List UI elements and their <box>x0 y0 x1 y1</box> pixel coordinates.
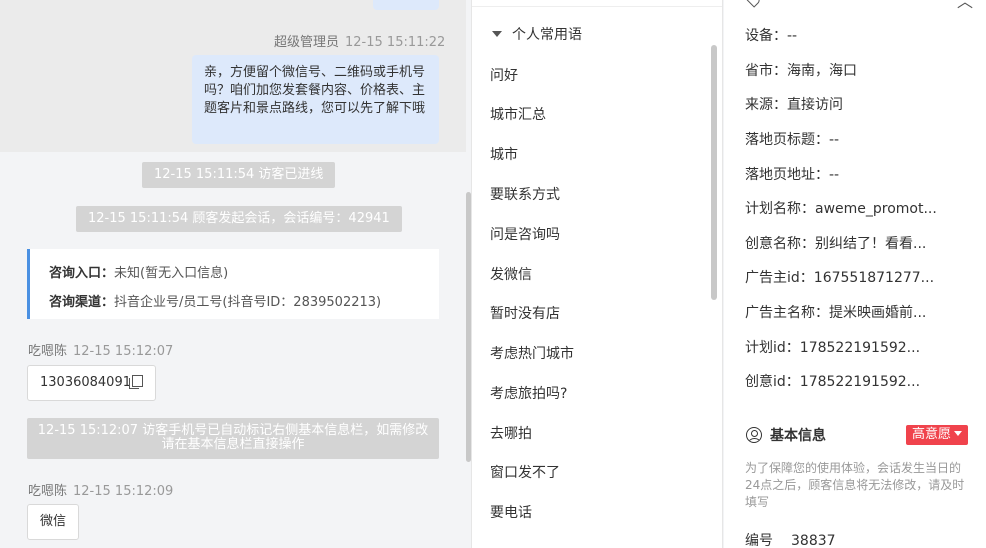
phrase-item[interactable]: 暂时没有店 <box>490 303 560 323</box>
chat-panel: 超级管理员 12-15 15:11:22 亲，方便留个微信号、二维码或手机号吗？咱… <box>0 0 466 548</box>
collapse-icon[interactable]: ︿ <box>957 0 973 12</box>
system-notice-phone-marked: 12-15 15:12:07 访客手机号已自动标记右侧基本信息栏，如需修改请在基… <box>27 418 439 459</box>
user-circle-icon <box>746 427 762 443</box>
info-field-plan-name: 计划名称：aweme_promot... <box>745 201 937 217</box>
message-time: 12-15 15:12:09 <box>73 484 174 499</box>
phone-text: 13036084091 <box>40 375 131 390</box>
visitor-message-phone[interactable]: 13036084091 <box>27 365 156 401</box>
copy-icon[interactable] <box>128 375 143 389</box>
message-time: 12-15 15:11:22 <box>345 35 446 50</box>
phrase-item[interactable]: 去哪拍 <box>490 423 532 443</box>
channel-label: 咨询渠道： <box>49 295 115 310</box>
phrase-item[interactable]: 发微信 <box>490 264 532 284</box>
info-field-landing-url: 落地页地址：-- <box>745 167 840 183</box>
agent-message-bubble: 亲，方便留个微信号、二维码或手机号吗？咱们加您发套餐内容、价格表、主题客片和景点… <box>192 55 439 144</box>
divider <box>472 6 722 7</box>
info-field-region: 省市：海南，海口 <box>745 63 857 79</box>
phrase-item[interactable]: 问是咨询吗 <box>490 224 560 244</box>
phrase-item[interactable]: 考虑热门城市 <box>490 343 574 363</box>
phrase-item[interactable]: 问好 <box>490 65 518 85</box>
message-meta: 超级管理员 12-15 15:11:22 <box>274 31 445 50</box>
phrase-group-title: 个人常用语 <box>512 27 582 43</box>
message-sender: 吃嗯陈 <box>28 344 68 359</box>
edit-notice: 为了保障您的使用体验，会话发生当日的24点之后，顾客信息将无法修改，请及时填写 <box>745 461 965 509</box>
message-meta: 吃嗯陈 12-15 15:12:09 <box>28 480 173 499</box>
phrase-group-header[interactable]: 个人常用语 <box>492 24 582 44</box>
info-field-serial: 编号 38837 <box>745 533 836 548</box>
caret-down-icon <box>492 31 502 37</box>
phrase-item[interactable]: 要电话 <box>490 502 532 522</box>
visitor-info-panel: ︿ 设备：-- 省市：海南，海口 来源：直接访问 落地页标题：-- 落地页地址：… <box>724 0 986 548</box>
system-notice: 12-15 15:11:54 顾客发起会话，会话编号：42941 <box>76 206 402 232</box>
info-field-creative-id: 创意id：178522191592... <box>745 374 921 390</box>
intent-level-dropdown[interactable]: 高意愿 <box>906 425 969 445</box>
info-field-creative-name: 创意名称：别纠结了！看看... <box>745 236 927 252</box>
phrase-item[interactable]: 考虑旅拍吗? <box>490 383 567 403</box>
entry-label: 咨询入口： <box>49 266 115 281</box>
caret-down-icon <box>954 431 963 436</box>
phrase-item[interactable]: 城市 <box>490 144 518 164</box>
phrase-item[interactable]: 要联系方式 <box>490 184 560 204</box>
channel-value: 抖音企业号/员工号(抖音号ID：2839502213) <box>114 295 382 310</box>
message-meta: 吃嗯陈 12-15 15:12:07 <box>28 340 173 359</box>
common-phrases-panel: 个人常用语 问好 城市汇总 城市 要联系方式 问是咨询吗 发微信 暂时没有店 考… <box>471 0 723 548</box>
basic-info-header: 基本信息 <box>746 425 826 445</box>
system-notice: 12-15 15:11:54 访客已进线 <box>142 162 336 188</box>
location-icon <box>741 0 763 8</box>
intent-level-label: 高意愿 <box>912 427 952 442</box>
message-sender: 吃嗯陈 <box>28 484 68 499</box>
phrases-scrollbar[interactable] <box>711 45 717 300</box>
message-sender: 超级管理员 <box>274 35 340 50</box>
message-time: 12-15 15:12:07 <box>73 344 174 359</box>
info-field-advertiser-name: 广告主名称：提米映画婚前... <box>745 305 927 321</box>
info-field-source: 来源：直接访问 <box>745 97 843 113</box>
consult-info-card: 咨询入口：未知(暂无入口信息) 咨询渠道：抖音企业号/员工号(抖音号ID：283… <box>27 249 439 319</box>
basic-info-title: 基本信息 <box>770 428 826 444</box>
phrase-item[interactable]: 窗口发不了 <box>490 462 560 482</box>
info-field-landing-title: 落地页标题：-- <box>745 132 840 148</box>
visitor-message: 微信 <box>27 504 80 540</box>
info-field-device: 设备：-- <box>745 28 798 44</box>
entry-value: 未知(暂无入口信息) <box>114 266 229 281</box>
phrase-item[interactable]: 城市汇总 <box>490 104 546 124</box>
info-field-plan-id: 计划id：178522191592... <box>745 340 921 356</box>
info-field-advertiser-id: 广告主id：167551871277... <box>745 270 935 286</box>
previous-message-bubble <box>373 0 439 10</box>
